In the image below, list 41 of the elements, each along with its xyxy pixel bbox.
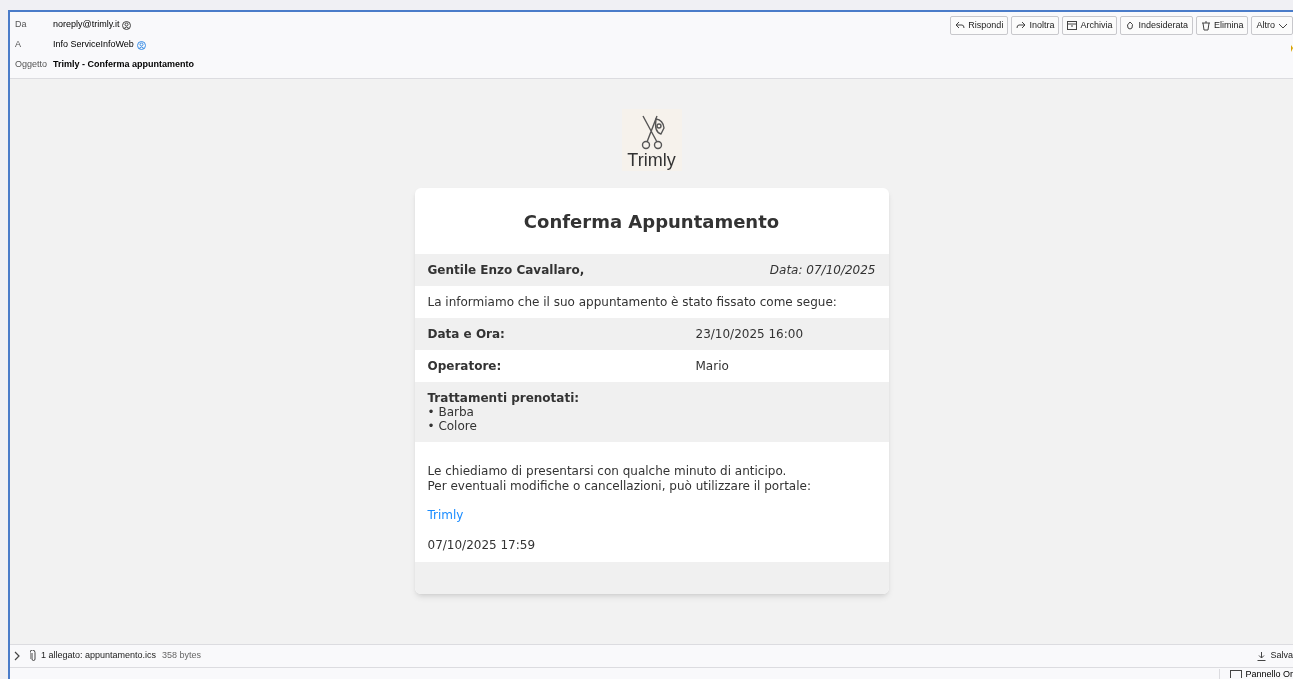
toolbar-button[interactable]: Archivia xyxy=(1062,16,1118,35)
contact-icon[interactable] xyxy=(122,20,132,30)
field-label: Oggetto xyxy=(15,58,49,72)
recipient-name[interactable]: Info ServiceInfoWeb xyxy=(53,38,134,52)
save-button[interactable]: Salva xyxy=(1257,649,1293,663)
detail-value: Mario xyxy=(695,358,729,375)
email-title: Conferma Appuntamento xyxy=(522,209,781,234)
intro-text: La informiamo che il suo appuntamento è stato fissato come segue: xyxy=(427,294,837,311)
toolbar-button[interactable]: Indesiderata xyxy=(1120,16,1193,35)
timestamp: 07/10/2025 17:59 xyxy=(427,537,537,554)
logo-text: Trimly xyxy=(627,150,676,170)
portal-link[interactable]: Trimly xyxy=(427,506,464,524)
toolbar-button[interactable]: Rispondi xyxy=(950,16,1009,35)
field-label: Da xyxy=(15,18,28,32)
paperclip-icon xyxy=(30,650,37,662)
attachment-size: 358 bytes xyxy=(162,649,202,663)
detail-label: Data e Ora: xyxy=(427,326,506,343)
toolbar-button[interactable]: Altro xyxy=(1251,16,1293,35)
toolbar-button[interactable]: Elimina xyxy=(1195,16,1249,35)
note-text: Per eventuali modifiche o cancellazioni, può utilizzare il portale: xyxy=(427,479,812,494)
toolbar-button[interactable]: Inoltra xyxy=(1011,16,1060,35)
archive-icon xyxy=(1067,20,1078,31)
treatment-item: • Colore xyxy=(427,419,478,433)
greeting: Gentile Enzo Cavallaro, xyxy=(427,262,585,279)
detail-label: Operatore: xyxy=(427,358,503,375)
treatments-label: Trattamenti prenotati: xyxy=(427,391,581,405)
trash-icon xyxy=(1200,20,1211,31)
reply-icon xyxy=(955,20,966,31)
detail-value: 23/10/2025 16:00 xyxy=(695,326,804,343)
forward-icon xyxy=(1016,20,1027,31)
subject-text: Trimly - Conferma appuntamento xyxy=(53,58,195,72)
treatment-item: • Barba xyxy=(427,405,475,419)
note-text: Le chiediamo di presentarsi con qualche minuto di anticipo. xyxy=(427,464,788,479)
attachment-summary[interactable]: 1 allegato: appuntamento.ics xyxy=(41,649,157,663)
download-icon xyxy=(1257,651,1267,661)
panel-icon xyxy=(1230,670,1243,678)
panel-button[interactable]: Pannello Or xyxy=(1219,669,1293,679)
email-date: Data: 07/10/2025 xyxy=(769,262,876,279)
sender-address[interactable]: noreply@trimly.it xyxy=(53,18,120,32)
field-label: A xyxy=(15,38,22,52)
chevron-icon[interactable] xyxy=(13,651,21,661)
